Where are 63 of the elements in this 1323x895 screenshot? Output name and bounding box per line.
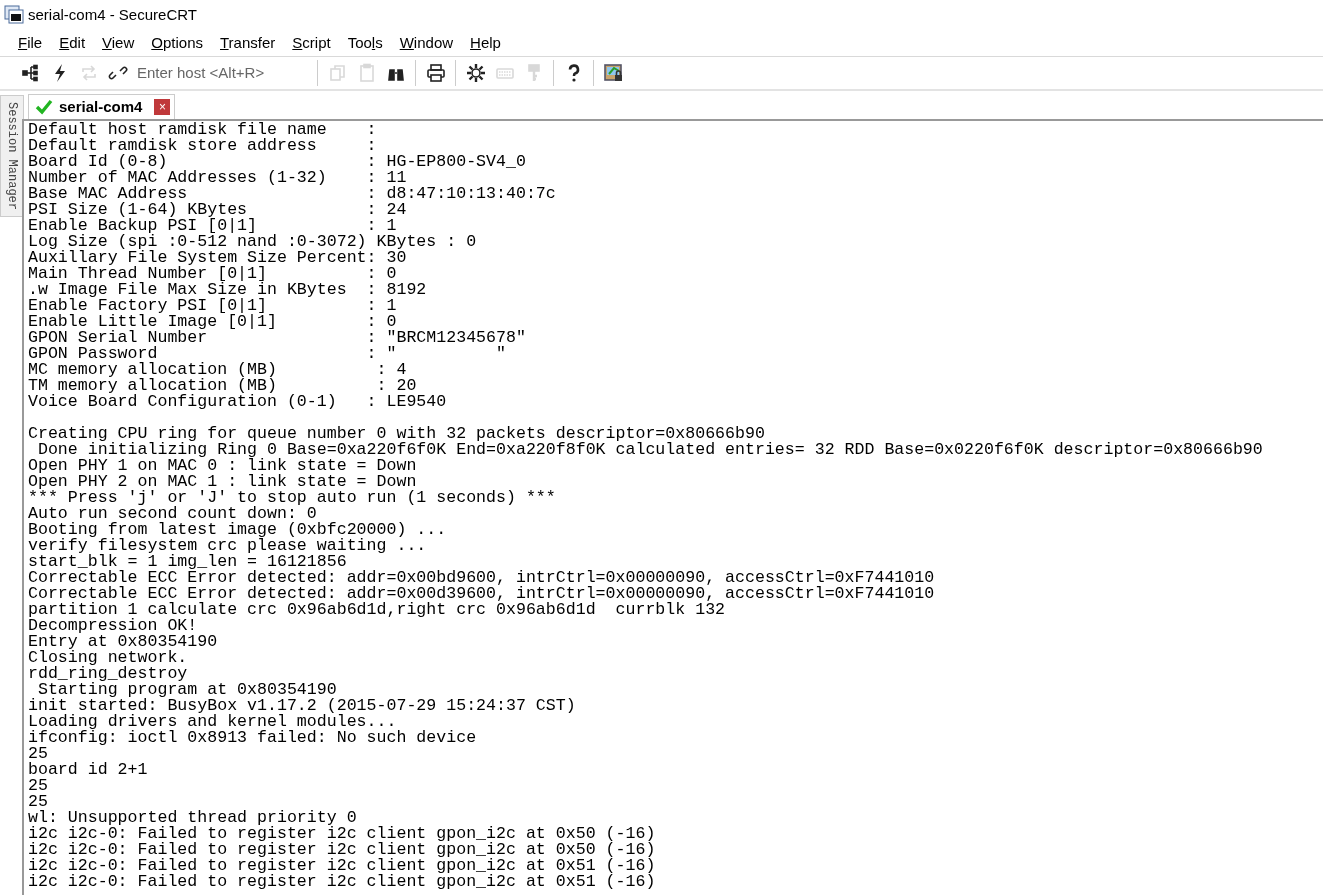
menu-item[interactable]: Tools: [347, 31, 383, 55]
menu-item[interactable]: Options: [151, 31, 203, 55]
menu-item[interactable]: File: [18, 31, 43, 55]
terminal-line: i2c i2c-0: Failed to register i2c client gpon_i2c at 0x51 (-16): [28, 858, 657, 874]
session-manager-tab[interactable]: Session Manager: [0, 95, 24, 218]
menu-item[interactable]: Script: [292, 31, 331, 55]
terminal-line: MC memory allocation (MB) : 4: [28, 362, 408, 378]
host-input-field[interactable]: Enter host <Alt+R>: [132, 61, 312, 85]
terminal-line: Main Thread Number [0|1] : 0: [28, 266, 398, 282]
terminal-line: Creating CPU ring for queue number 0 with 32 packets descriptor=0x80666b90: [28, 426, 765, 442]
terminal-line: i2c i2c-0: Failed to register i2c client gpon_i2c at 0x50 (-16): [28, 842, 657, 858]
terminal-line: Log Size (spi :0-512 nand :0-3072) KBytes : 0: [28, 234, 478, 250]
menu-item[interactable]: Window: [399, 31, 454, 55]
terminal-line: TM memory allocation (MB) : 20: [28, 378, 418, 394]
terminal-line: Auto run second count down: 0: [28, 506, 317, 522]
terminal-line: *** Press 'j' or 'J' to stop auto run (1 seconds) ***: [28, 490, 557, 506]
terminal-line: start_blk = 1 img_len = 16121856: [28, 554, 347, 570]
terminal-line: Loading drivers and kernel modules...: [28, 714, 397, 730]
terminal-line: Booting from latest image (0xbfc20000) ...: [28, 522, 448, 538]
terminal-line: GPON Serial Number : "BRCM12345678": [28, 330, 527, 346]
terminal-line: Closing network.: [28, 650, 189, 666]
terminal-line: PSI Size (1-64) KBytes : 24: [28, 202, 408, 218]
terminal-line: rdd_ring_destroy: [28, 666, 189, 682]
terminal-line: Board Id (0-8) : HG-EP800-SV4_0: [28, 154, 527, 170]
terminal-line: i2c i2c-0: Failed to register i2c client gpon_i2c at 0x51 (-16): [28, 874, 657, 890]
terminal-line: Auxillary File System Size Percent: 30: [28, 250, 407, 266]
terminal-line: i2c i2c-0: Failed to register i2c client gpon_i2c at 0x50 (-16): [28, 826, 657, 842]
terminal-line: Voice Board Configuration (0-1) : LE9540: [28, 394, 448, 410]
window-title: serial-com4 - SecureCRT: [28, 4, 197, 25]
terminal-line: Starting program at 0x80354190: [37, 682, 337, 698]
terminal-line: GPON Password : " ": [28, 346, 507, 362]
terminal-line: 25: [28, 746, 48, 762]
menu-item[interactable]: Transfer: [220, 31, 276, 55]
terminal-line: Correctable ECC Error detected: addr=0x00bd9600, intrCtrl=0x00000090, accessCtrl=0xF7441010: [28, 570, 936, 586]
session-tab[interactable]: serial-com4 ×: [28, 94, 176, 119]
terminal-line: Entry at 0x80354190: [28, 634, 219, 650]
terminal-line: Open PHY 2 on MAC 1 : link state = Down: [28, 474, 417, 490]
terminal-line: 25: [28, 778, 49, 794]
menu-item[interactable]: Help: [470, 31, 501, 55]
terminal-line: 25: [28, 794, 48, 810]
app-icon: [4, 5, 24, 25]
terminal-line: Number of MAC Addresses (1-32) : 11: [28, 170, 407, 186]
terminal-line: Enable Backup PSI [0|1] : 1: [28, 218, 398, 234]
terminal-line: Default ramdisk store address :: [28, 138, 378, 154]
terminal-line: Base MAC Address : d8:47:10:13:40:7c: [28, 186, 557, 202]
terminal-line: Open PHY 1 on MAC 0 : link state = Down: [28, 458, 418, 474]
terminal-line: Decompression OK!: [28, 618, 199, 634]
terminal-line: wl: Unsupported thread priority 0: [28, 810, 358, 826]
terminal-line: Done initializing Ring 0 Base=0xa220f6f0K End=0xa220f8f0K calculated entries= 32 RDD Base=0x0220f6f0K descriptor=0x80666b90: [37, 442, 1264, 458]
terminal-line: Default host ramdisk file name :: [28, 122, 378, 138]
tab-label: serial-com4: [59, 96, 143, 117]
terminal-line: Enable Little Image [0|1] : 0: [28, 314, 397, 330]
terminal-line: init started: BusyBox v1.17.2 (2015-07-29 15:24:37 CST): [28, 698, 577, 714]
terminal-line: board id 2+1: [28, 762, 149, 778]
menu-item[interactable]: View: [102, 31, 135, 55]
terminal-line: ifconfig: ioctl 0x8913 failed: No such device: [28, 730, 478, 746]
terminal-line: .w Image File Max Size in KBytes : 8192: [28, 282, 428, 298]
terminal-line: Correctable ECC Error detected: addr=0x00d39600, intrCtrl=0x00000090, accessCtrl=0xF7441010: [28, 586, 936, 602]
close-tab-button[interactable]: ×: [154, 99, 171, 115]
menu-item[interactable]: Edit: [59, 31, 86, 55]
terminal-line: Enable Factory PSI [0|1] : 1: [28, 298, 398, 314]
terminal-line: partition 1 calculate crc 0x96ab6d1d,right crc 0x96ab6d1d currblk 132: [28, 602, 727, 618]
terminal-line: verify filesystem crc please waiting ...: [28, 538, 428, 554]
